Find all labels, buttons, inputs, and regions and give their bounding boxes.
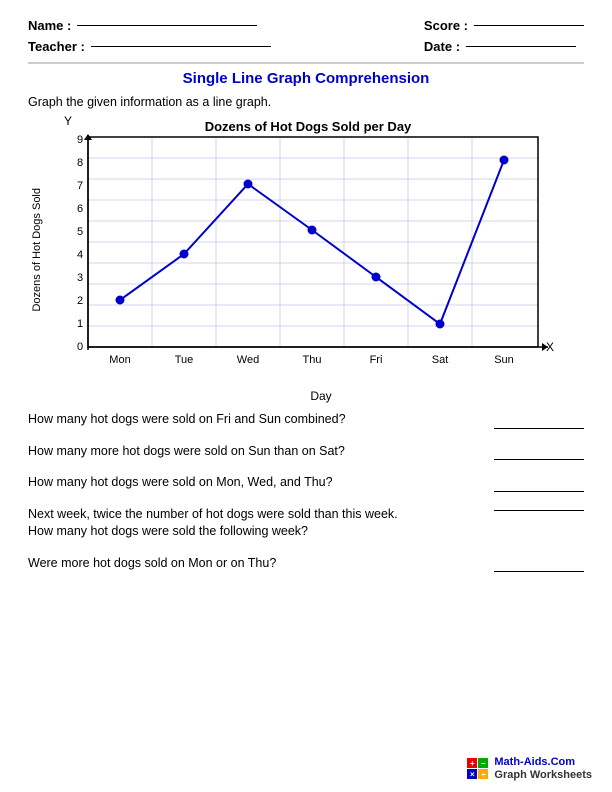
- chart-svg: Y Dozens of Hot Dogs Sold per Day: [48, 115, 566, 385]
- instruction-text: Graph the given information as a line gr…: [28, 95, 584, 109]
- x-axis-label: Day: [58, 389, 584, 403]
- logo-cell-div: ÷: [478, 769, 488, 779]
- date-label: Date :: [424, 39, 460, 54]
- questions-section: How many hot dogs were sold on Fri and S…: [28, 411, 584, 572]
- answer-3-line[interactable]: [494, 491, 584, 492]
- page-title: Single Line Graph Comprehension: [28, 70, 584, 87]
- date-line[interactable]: [466, 46, 576, 47]
- score-line[interactable]: [474, 25, 584, 26]
- page: Name : Teacher : Score : Date : Single L…: [0, 0, 612, 792]
- date-field: Date :: [424, 39, 584, 54]
- data-point-fri: [372, 273, 380, 281]
- question-4-text: Next week, twice the number of hot dogs …: [28, 506, 494, 541]
- chart-area: Y Dozens of Hot Dogs Sold per Day: [48, 115, 584, 385]
- question-4-row: Next week, twice the number of hot dogs …: [28, 506, 584, 541]
- svg-text:Thu: Thu: [303, 354, 322, 366]
- svg-text:Sat: Sat: [432, 354, 449, 366]
- svg-text:3: 3: [77, 272, 83, 284]
- svg-text:8: 8: [77, 157, 83, 169]
- data-point-wed: [244, 180, 252, 188]
- svg-text:Tue: Tue: [175, 354, 194, 366]
- name-label: Name :: [28, 18, 71, 33]
- question-5-text: Were more hot dogs sold on Mon or on Thu…: [28, 555, 494, 573]
- data-point-thu: [308, 226, 316, 234]
- question-1-row: How many hot dogs were sold on Fri and S…: [28, 411, 584, 429]
- logo-cell-times: ×: [467, 769, 477, 779]
- question-3-row: How many hot dogs were sold on Mon, Wed,…: [28, 474, 584, 492]
- footer-logo: + – × ÷: [467, 758, 488, 779]
- footer-subtitle: Graph Worksheets: [494, 769, 592, 782]
- question-3-text: How many hot dogs were sold on Mon, Wed,…: [28, 474, 494, 492]
- svg-text:6: 6: [77, 203, 83, 215]
- y-axis-label: Dozens of Hot Dogs Sold: [31, 188, 43, 312]
- svg-text:Wed: Wed: [237, 354, 259, 366]
- svg-text:0: 0: [77, 341, 83, 353]
- data-point-mon: [116, 296, 124, 304]
- answer-5-line[interactable]: [494, 571, 584, 572]
- footer-site: Math-Aids.Com: [494, 756, 592, 769]
- header-right: Score : Date :: [424, 18, 584, 54]
- answer-4-line[interactable]: [494, 510, 584, 511]
- score-label: Score :: [424, 18, 468, 33]
- question-2-text: How many more hot dogs were sold on Sun …: [28, 443, 494, 461]
- name-line[interactable]: [77, 25, 257, 26]
- x-axis-labels: Mon Tue Wed Thu Fri Sat Sun: [109, 354, 513, 366]
- data-point-sat: [436, 320, 444, 328]
- graph-container: Dozens of Hot Dogs Sold Y Dozens of Hot …: [28, 115, 584, 385]
- svg-text:5: 5: [77, 226, 83, 238]
- logo-cell-dash: –: [478, 758, 488, 768]
- svg-text:2: 2: [77, 295, 83, 307]
- svg-text:1: 1: [77, 318, 83, 330]
- teacher-line[interactable]: [91, 46, 271, 47]
- y-axis-label-container: Dozens of Hot Dogs Sold: [28, 115, 46, 385]
- question-5-row: Were more hot dogs sold on Mon or on Thu…: [28, 555, 584, 573]
- footer: + – × ÷ Math-Aids.Com Graph Worksheets: [467, 756, 592, 782]
- grid-lines: [88, 137, 538, 347]
- answer-2-line[interactable]: [494, 459, 584, 460]
- question-1-text: How many hot dogs were sold on Fri and S…: [28, 411, 494, 429]
- chart-title: Dozens of Hot Dogs Sold per Day: [205, 119, 412, 134]
- svg-text:Mon: Mon: [109, 354, 130, 366]
- svg-text:Sun: Sun: [494, 354, 514, 366]
- y-axis-labels: 0 1 2 3 4 5 6 7 8 9: [77, 134, 83, 353]
- score-field: Score :: [424, 18, 584, 33]
- name-field: Name :: [28, 18, 271, 33]
- answer-1-line[interactable]: [494, 428, 584, 429]
- question-2-row: How many more hot dogs were sold on Sun …: [28, 443, 584, 461]
- header-divider: [28, 62, 584, 64]
- logo-cell-plus: +: [467, 758, 477, 768]
- footer-text: Math-Aids.Com Graph Worksheets: [494, 756, 592, 782]
- y-axis-title: Y: [64, 115, 72, 128]
- header: Name : Teacher : Score : Date :: [28, 18, 584, 54]
- svg-text:4: 4: [77, 249, 83, 261]
- svg-text:9: 9: [77, 134, 83, 146]
- data-point-tue: [180, 250, 188, 258]
- svg-text:Fri: Fri: [370, 354, 383, 366]
- teacher-field: Teacher :: [28, 39, 271, 54]
- svg-text:7: 7: [77, 180, 83, 192]
- teacher-label: Teacher :: [28, 39, 85, 54]
- header-left: Name : Teacher :: [28, 18, 271, 54]
- data-point-sun: [500, 156, 508, 164]
